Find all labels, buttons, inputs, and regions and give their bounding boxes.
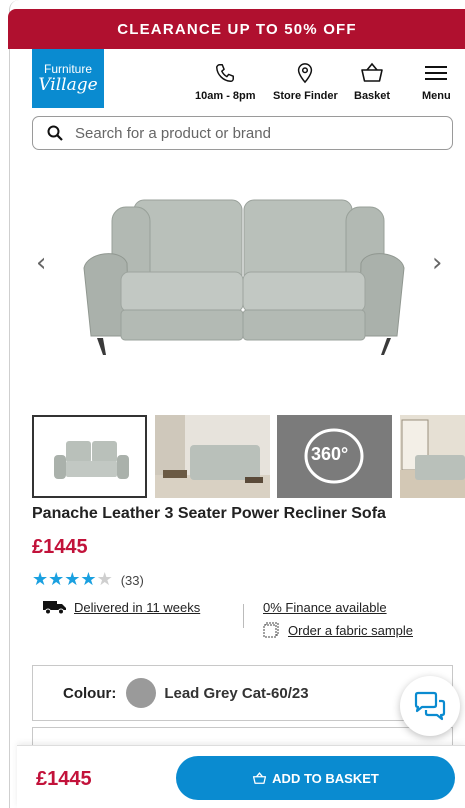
star-icon: ★ — [96, 569, 113, 589]
nav-hours-label: 10am - 8pm — [195, 90, 256, 102]
nav-store-finder-label: Store Finder — [273, 90, 338, 102]
gallery-thumbnails: 360° — [32, 415, 465, 498]
star-icon: ★ — [48, 569, 65, 589]
logo-line-2: Village — [38, 75, 98, 95]
colour-selector[interactable]: Colour: Lead Grey Cat-60/23 — [32, 665, 453, 721]
nav-basket-label: Basket — [354, 90, 391, 102]
finance-info[interactable]: 0% Finance available — [263, 599, 387, 617]
product-main-image[interactable] — [9, 160, 465, 400]
delivery-truck-icon — [43, 601, 66, 615]
nav-basket[interactable]: Basket — [354, 62, 390, 102]
fabric-sample[interactable]: Order a fabric sample — [263, 622, 413, 638]
thumbnail-4[interactable] — [400, 415, 465, 498]
sticky-price: £1445 — [36, 768, 92, 790]
info-divider — [243, 604, 244, 628]
product-rating[interactable]: ★★★★★ (33) — [32, 570, 144, 590]
colour-swatch — [126, 678, 157, 708]
add-to-basket-label: ADD TO BASKET — [272, 770, 379, 786]
star-icon: ★ — [64, 569, 81, 589]
thumbnail-1[interactable] — [32, 415, 147, 498]
chat-button[interactable] — [400, 676, 460, 736]
product-price: £1445 — [32, 536, 88, 558]
badge-360-label: 360° — [311, 444, 349, 464]
finance-link[interactable]: 0% Finance available — [263, 600, 387, 615]
basket-icon — [361, 62, 383, 82]
site-logo[interactable]: Furniture Village — [32, 49, 104, 108]
location-pin-icon — [298, 63, 313, 84]
star-icon: ★ — [32, 569, 49, 589]
review-count: (33) — [120, 572, 144, 588]
nav-menu-label: Menu — [422, 90, 451, 102]
fabric-sample-link[interactable]: Order a fabric sample — [288, 623, 413, 638]
nav-opening-hours[interactable]: 10am - 8pm — [195, 62, 256, 102]
thumbnail-2[interactable] — [155, 415, 270, 498]
gallery-prev-arrow[interactable]: ‹ — [36, 248, 46, 278]
colour-label: Colour: — [63, 684, 117, 702]
basket-icon — [253, 771, 267, 784]
promo-banner[interactable]: CLEARANCE UP TO 50% OFF — [8, 9, 465, 49]
thumbnail-room-scene — [155, 415, 270, 498]
hamburger-menu-icon — [425, 66, 448, 80]
sticky-add-to-basket-bar: £1445 ADD TO BASKET — [17, 745, 465, 808]
chat-bubbles-icon — [414, 691, 446, 721]
thumbnail-room-scene-2 — [400, 415, 465, 498]
search-placeholder: Search for a product or brand — [75, 124, 271, 142]
nav-menu[interactable]: Menu — [422, 62, 451, 102]
star-icon: ★ — [80, 569, 97, 589]
search-input[interactable]: Search for a product or brand — [32, 116, 453, 150]
thumbnail-360-view[interactable]: 360° — [277, 415, 392, 498]
delivery-info[interactable]: Delivered in 11 weeks — [42, 599, 200, 615]
thumbnail-sofa-front — [34, 417, 145, 496]
nav-store-finder[interactable]: Store Finder — [273, 62, 338, 102]
gallery-next-arrow[interactable]: › — [432, 248, 442, 278]
search-icon — [47, 125, 63, 141]
rating-stars: ★★★★★ — [32, 570, 113, 590]
delivery-link[interactable]: Delivered in 11 weeks — [74, 600, 200, 615]
product-title: Panache Leather 3 Seater Power Recliner … — [32, 505, 386, 522]
phone-icon — [216, 64, 235, 82]
fabric-swatch-icon — [263, 622, 279, 638]
promo-banner-text: CLEARANCE UP TO 50% OFF — [117, 20, 357, 38]
colour-value: Lead Grey Cat-60/23 — [164, 684, 309, 702]
add-to-basket-button[interactable]: ADD TO BASKET — [176, 756, 455, 800]
